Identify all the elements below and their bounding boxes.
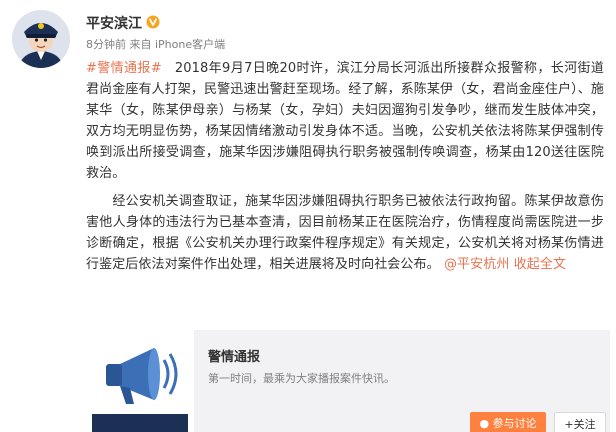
police-avatar-icon [12,10,70,68]
post-paragraph-2: 经公安机关调查取证，施某华因涉嫌阻碍执行职务已被依法行政拘留。陈某伊故意伤害他人… [86,191,604,275]
author-name-text[interactable]: 平安滨江 [86,16,142,32]
follow-button[interactable]: +关注 [554,412,606,432]
card-description: 第一时间，最乘为大家播报案件快讯。 [208,372,395,385]
card-thumbnail [86,330,194,432]
discuss-icon: ● [479,417,493,430]
collapse-full-text-link[interactable]: 收起全文 [514,257,566,272]
discuss-button-label: 参与讨论 [492,417,537,430]
author-name[interactable]: 平安滨江 [86,13,160,33]
card-title[interactable]: 警情通报 [208,346,260,365]
hashtag-link[interactable]: #警情通报# [86,61,162,76]
discuss-button[interactable]: ● 参与讨论 [470,412,546,432]
megaphone-icon [92,348,188,432]
post-meta: 8分钟前 来自 iPhone客户端 [86,38,226,51]
topic-card[interactable]: 警情通报 第一时间，最乘为大家播报案件快讯。 ● 参与讨论 +关注 [86,330,610,432]
paragraph-1-text: 2018年9月7日晚20时许，滨江分局长河派出所接群众报警称，长河街道君尚金座有… [86,61,604,181]
author-avatar[interactable] [12,10,70,68]
mention-link[interactable]: @平安杭州 [444,257,510,272]
post-paragraph-1: #警情通报# 2018年9月7日晚20时许，滨江分局长河派出所接群众报警称，长河… [86,58,604,184]
plus-icon: + [564,418,574,431]
verified-icon [146,15,160,29]
follow-button-label: 关注 [573,418,596,431]
post-body: #警情通报# 2018年9月7日晚20时许，滨江分局长河派出所接群众报警称，长河… [86,58,604,275]
